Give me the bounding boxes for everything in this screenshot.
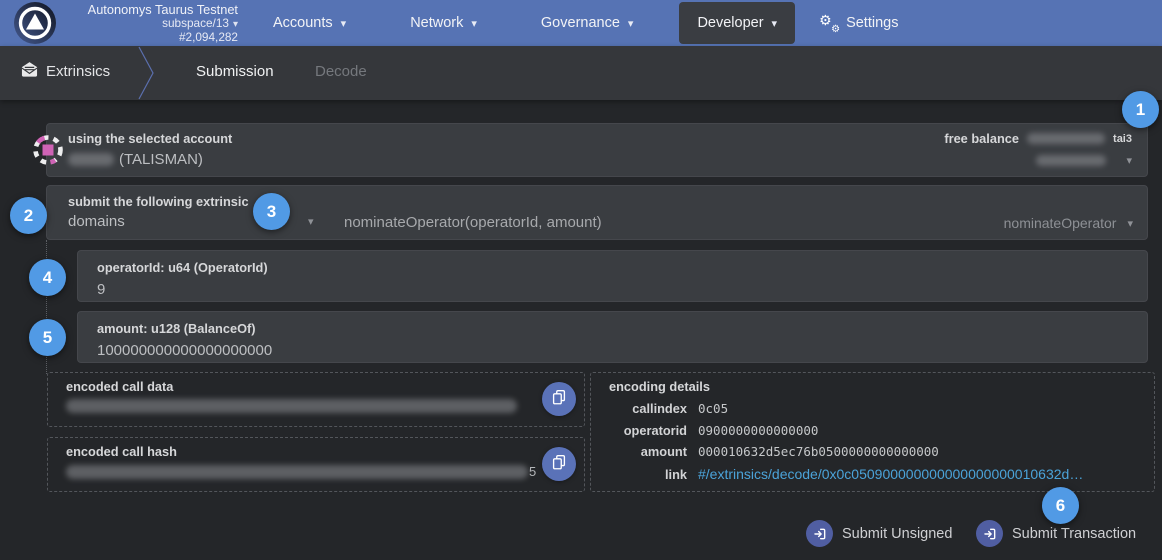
chain-title: Autonomys Taurus Testnet bbox=[64, 3, 238, 17]
encoding-row-link: link #/extrinsics/decode/0x0c05090000000… bbox=[609, 466, 1144, 488]
copy-icon bbox=[550, 388, 568, 411]
operatorid-value: 0900000000000000 bbox=[698, 423, 818, 438]
encoding-row-callindex: callindex 0c05 bbox=[609, 401, 1144, 423]
annotation-circle-3: 3 bbox=[253, 193, 290, 230]
amount-hex-value: 000010632d5ec76b0500000000000000 bbox=[698, 444, 939, 459]
param-operator-id[interactable]: operatorId: u64 (OperatorId) 9 bbox=[77, 250, 1148, 302]
call-hash-tail: 5 bbox=[529, 464, 536, 479]
section-title: Extrinsics bbox=[46, 63, 110, 80]
encoded-call-data-label: encoded call data bbox=[66, 379, 173, 394]
call-signature: nominateOperator(operatorId, amount) bbox=[344, 214, 602, 231]
encoding-details-box: encoding details callindex 0c05 operator… bbox=[590, 372, 1155, 492]
account-wallet-suffix: (TALISMAN) bbox=[119, 151, 203, 168]
amount-label: amount: u128 (BalanceOf) bbox=[97, 321, 256, 336]
account-info: using the selected account (TALISMAN) bbox=[68, 131, 232, 168]
copy-icon bbox=[550, 453, 568, 476]
copy-call-hash-button[interactable] bbox=[542, 447, 576, 481]
brand-block: Autonomys Taurus Testnet subspace/13 #2,… bbox=[64, 3, 238, 45]
annotation-circle-1: 1 bbox=[1122, 91, 1159, 128]
balance-secondary-redacted bbox=[1036, 155, 1106, 166]
copy-call-data-button[interactable] bbox=[542, 382, 576, 416]
balance-value-redacted bbox=[1027, 133, 1105, 144]
encoded-call-data-box: encoded call data bbox=[47, 372, 585, 427]
extrinsics-page: Autonomys Taurus Testnet subspace/13 #2,… bbox=[0, 0, 1162, 560]
free-balance-block: free balance tai3 bbox=[944, 131, 1132, 167]
balance-unit: tai3 bbox=[1113, 133, 1132, 145]
nav-developer[interactable]: Developer bbox=[679, 2, 795, 44]
chevron-down-icon bbox=[233, 19, 238, 30]
breadcrumb-chevron bbox=[137, 46, 159, 105]
chevron-down-icon bbox=[1127, 217, 1133, 230]
operator-id-label: operatorId: u64 (OperatorId) bbox=[97, 260, 268, 275]
encoding-row-amount: amount 000010632d5ec76b0500000000000000 bbox=[609, 444, 1144, 466]
selected-account-card[interactable]: using the selected account (TALISMAN) fr… bbox=[46, 123, 1148, 177]
pallet-select[interactable]: domains bbox=[68, 213, 125, 230]
encoding-details-title: encoding details bbox=[609, 379, 710, 394]
encoding-row-operatorid: operatorid 0900000000000000 bbox=[609, 423, 1144, 445]
chevron-down-icon[interactable] bbox=[1126, 154, 1132, 167]
submit-transaction-button[interactable]: Submit Transaction bbox=[976, 520, 1136, 547]
chevron-down-icon bbox=[772, 17, 778, 30]
sign-in-icon bbox=[806, 520, 833, 547]
extrinsic-selector-card: submit the following extrinsic domains n… bbox=[46, 185, 1148, 240]
main-menu: Accounts Network Governance Developer ⚙⚙… bbox=[255, 0, 916, 46]
decode-link[interactable]: #/extrinsics/decode/0x0c0509000000000000… bbox=[698, 466, 1083, 482]
submit-unsigned-button[interactable]: Submit Unsigned bbox=[806, 520, 952, 547]
account-label: using the selected account bbox=[68, 131, 232, 146]
amount-input[interactable]: 100000000000000000000 bbox=[97, 342, 272, 359]
param-amount[interactable]: amount: u128 (BalanceOf) 100000000000000… bbox=[77, 311, 1148, 363]
method-select[interactable]: nominateOperator bbox=[1004, 215, 1133, 231]
annotation-circle-6: 6 bbox=[1042, 487, 1079, 524]
top-nav: Autonomys Taurus Testnet subspace/13 #2,… bbox=[0, 0, 1162, 46]
call-data-redacted bbox=[66, 399, 517, 413]
network-selector[interactable]: subspace/13 bbox=[64, 17, 238, 32]
tab-submission[interactable]: Submission bbox=[196, 63, 274, 80]
chevron-down-icon bbox=[341, 17, 347, 30]
chevron-down-icon[interactable] bbox=[308, 215, 314, 228]
nav-network[interactable]: Network bbox=[392, 2, 495, 44]
annotation-circle-2: 2 bbox=[10, 197, 47, 234]
block-number: #2,094,282 bbox=[64, 31, 238, 45]
annotation-circle-5: 5 bbox=[29, 319, 66, 356]
account-name-redacted bbox=[68, 153, 114, 166]
nav-accounts[interactable]: Accounts bbox=[255, 2, 364, 44]
call-hash-redacted bbox=[66, 465, 528, 479]
gears-icon: ⚙⚙ bbox=[819, 14, 839, 32]
envelope-open-text-icon bbox=[20, 61, 39, 83]
operator-id-input[interactable]: 9 bbox=[97, 281, 268, 298]
chevron-down-icon bbox=[628, 17, 634, 30]
nav-settings[interactable]: ⚙⚙ Settings bbox=[801, 2, 916, 44]
encoded-call-hash-box: encoded call hash 5 bbox=[47, 437, 585, 492]
extrinsic-label: submit the following extrinsic bbox=[68, 194, 249, 209]
tab-bar: Extrinsics Submission Decode bbox=[0, 46, 1162, 100]
annotation-circle-4: 4 bbox=[29, 259, 66, 296]
nav-governance[interactable]: Governance bbox=[523, 2, 652, 44]
account-identicon[interactable] bbox=[32, 134, 64, 166]
autonomys-logo-icon[interactable] bbox=[14, 2, 56, 44]
chevron-down-icon bbox=[471, 17, 477, 30]
tab-decode[interactable]: Decode bbox=[315, 63, 367, 80]
sign-in-icon bbox=[976, 520, 1003, 547]
encoded-call-hash-label: encoded call hash bbox=[66, 444, 177, 459]
callindex-value: 0c05 bbox=[698, 401, 728, 416]
free-balance-label: free balance bbox=[944, 131, 1019, 146]
